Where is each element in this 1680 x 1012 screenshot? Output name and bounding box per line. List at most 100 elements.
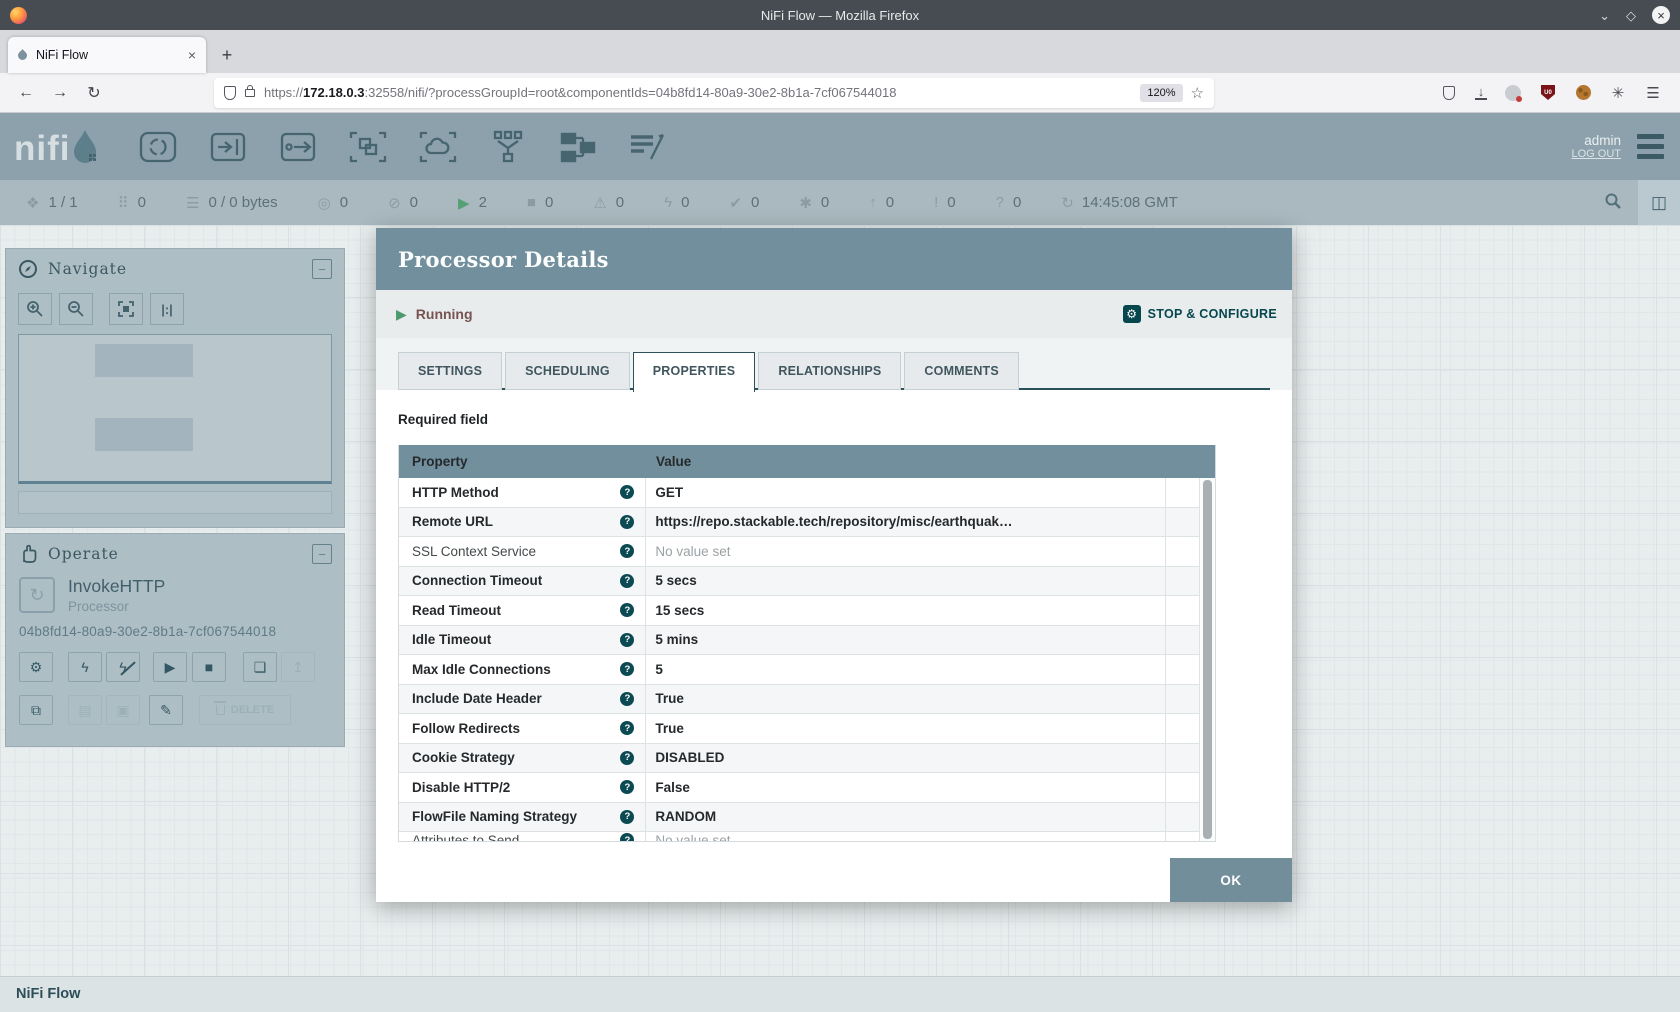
browser-tabbar: NiFi Flow × + (0, 30, 1680, 73)
logout-link[interactable]: LOG OUT (1571, 148, 1621, 160)
account-extension-icon[interactable] (1504, 84, 1522, 102)
browser-tab[interactable]: NiFi Flow × (8, 37, 206, 73)
help-icon[interactable]: ? (620, 780, 634, 794)
output-port-icon[interactable] (276, 127, 320, 167)
extension-sparkle-icon[interactable]: ✳ (1609, 84, 1627, 102)
global-menu-icon[interactable] (1637, 134, 1664, 159)
help-icon[interactable]: ? (620, 574, 634, 588)
funnel-icon[interactable] (486, 127, 530, 167)
table-scrollbar[interactable] (1199, 478, 1215, 841)
tab-scheduling[interactable]: SCHEDULING (505, 352, 630, 390)
close-icon[interactable]: × (1652, 6, 1670, 24)
help-icon[interactable]: ? (620, 721, 634, 735)
property-value: True (646, 714, 1165, 743)
help-icon[interactable]: ? (620, 603, 634, 617)
summary-panel-toggle[interactable]: ◫ (1638, 180, 1680, 225)
help-icon[interactable]: ? (620, 515, 634, 529)
birdseye-map[interactable] (18, 334, 332, 484)
menu-icon[interactable]: ☰ (1644, 84, 1662, 102)
download-icon[interactable]: ↓ (1475, 86, 1487, 100)
stop-configure-button[interactable]: ⚙ STOP & CONFIGURE (1123, 305, 1277, 323)
navigate-title: Navigate (48, 260, 127, 278)
tab-comments[interactable]: COMMENTS (904, 352, 1019, 390)
status-cluster: ❖1 / 1 (26, 194, 78, 212)
property-row[interactable]: Idle Timeout?5 mins (399, 626, 1215, 656)
zoom-in-button[interactable] (18, 293, 52, 325)
not-transmitting-icon: ⊘ (388, 194, 401, 212)
tab-close-icon[interactable]: × (188, 47, 196, 63)
property-row[interactable]: SSL Context Service?No value set (399, 537, 1215, 567)
disabled-icon: ϟ (664, 194, 672, 211)
collapse-navigate-button[interactable]: − (312, 259, 332, 279)
stop-button[interactable]: ■ (192, 652, 226, 682)
scrollbar-thumb[interactable] (1203, 480, 1212, 839)
ok-button[interactable]: OK (1170, 858, 1292, 902)
brush-button[interactable]: ✎ (149, 695, 183, 725)
property-row[interactable]: FlowFile Naming Strategy?RANDOM (399, 803, 1215, 833)
stop-configure-gear-icon: ⚙ (1123, 305, 1141, 323)
tracking-shield-icon[interactable] (224, 86, 236, 100)
refresh-icon[interactable]: ↻ (1061, 194, 1074, 212)
reload-button[interactable]: ↻ (80, 79, 108, 107)
back-button[interactable]: ← (12, 79, 40, 107)
nifi-drop-icon (70, 128, 100, 166)
help-icon[interactable]: ? (620, 751, 634, 765)
help-icon[interactable]: ? (620, 692, 634, 706)
property-row[interactable]: Remote URL?https://repo.stackable.tech/r… (399, 508, 1215, 538)
processor-icon[interactable] (136, 127, 180, 167)
property-row[interactable]: Follow Redirects?True (399, 714, 1215, 744)
forward-button[interactable]: → (46, 79, 74, 107)
help-icon[interactable]: ? (620, 485, 634, 499)
help-icon[interactable]: ? (620, 833, 634, 841)
ublock-icon[interactable]: U0 (1539, 84, 1557, 102)
pocket-shield-icon[interactable] (1440, 84, 1458, 102)
property-row[interactable]: Cookie Strategy?DISABLED (399, 744, 1215, 774)
property-row[interactable]: Max Idle Connections?5 (399, 655, 1215, 685)
help-icon[interactable]: ? (620, 544, 634, 558)
lightning-slash-button[interactable]: ϟ (106, 652, 140, 682)
birdseye-strip (18, 491, 332, 514)
process-group-icon[interactable] (346, 127, 390, 167)
property-row[interactable]: Include Date Header?True (399, 685, 1215, 715)
search-icon[interactable] (1604, 192, 1622, 214)
row-extra-cell (1165, 537, 1199, 566)
zoom-level-badge[interactable]: 120% (1140, 84, 1182, 102)
save-flow-button[interactable]: ❏ (243, 652, 277, 682)
new-tab-button[interactable]: + (212, 40, 242, 70)
property-row[interactable]: Connection Timeout?5 secs (399, 567, 1215, 597)
property-name: Include Date Header? (399, 685, 646, 714)
template-icon[interactable] (556, 127, 600, 167)
bookmark-star-icon[interactable]: ☆ (1191, 84, 1204, 102)
tab-settings[interactable]: SETTINGS (398, 352, 502, 390)
cookie-extension-icon[interactable] (1574, 84, 1592, 102)
play-button[interactable]: ▶ (153, 652, 187, 682)
property-row[interactable]: Disable HTTP/2?False (399, 773, 1215, 803)
copy-button[interactable]: ⧉ (19, 695, 53, 725)
property-row[interactable]: Read Timeout?15 secs (399, 596, 1215, 626)
tab-properties[interactable]: PROPERTIES (633, 352, 756, 392)
help-icon[interactable]: ? (620, 810, 634, 824)
lightning-button[interactable]: ϟ (68, 652, 102, 682)
remote-process-group-icon[interactable] (416, 127, 460, 167)
row-extra-cell (1165, 832, 1199, 841)
help-icon[interactable]: ? (620, 662, 634, 676)
minimize-icon[interactable]: ⌄ (1599, 9, 1610, 22)
zoom-fit-button[interactable] (109, 293, 143, 325)
maximize-icon[interactable]: ◇ (1626, 9, 1636, 22)
zoom-actual-button[interactable]: |:| (150, 293, 184, 325)
lock-icon[interactable] (245, 89, 255, 97)
gear-button[interactable]: ⚙ (19, 652, 53, 682)
zoom-out-button[interactable] (59, 293, 93, 325)
help-icon[interactable]: ? (620, 633, 634, 647)
input-port-icon[interactable] (206, 127, 250, 167)
status-transmitting: ◎0 (318, 194, 348, 212)
row-extra-cell (1165, 508, 1199, 537)
tab-relationships[interactable]: RELATIONSHIPS (758, 352, 901, 390)
property-row[interactable]: Attributes to Send?No value set (399, 832, 1215, 841)
property-row[interactable]: HTTP Method?GET (399, 478, 1215, 508)
status-count: 0 / 0 bytes (208, 194, 277, 211)
label-icon[interactable] (626, 127, 670, 167)
collapse-operate-button[interactable]: − (312, 544, 332, 564)
breadcrumb[interactable]: NiFi Flow (16, 986, 80, 1002)
url-field[interactable]: https://172.18.0.3:32558/nifi/?processGr… (214, 78, 1214, 108)
